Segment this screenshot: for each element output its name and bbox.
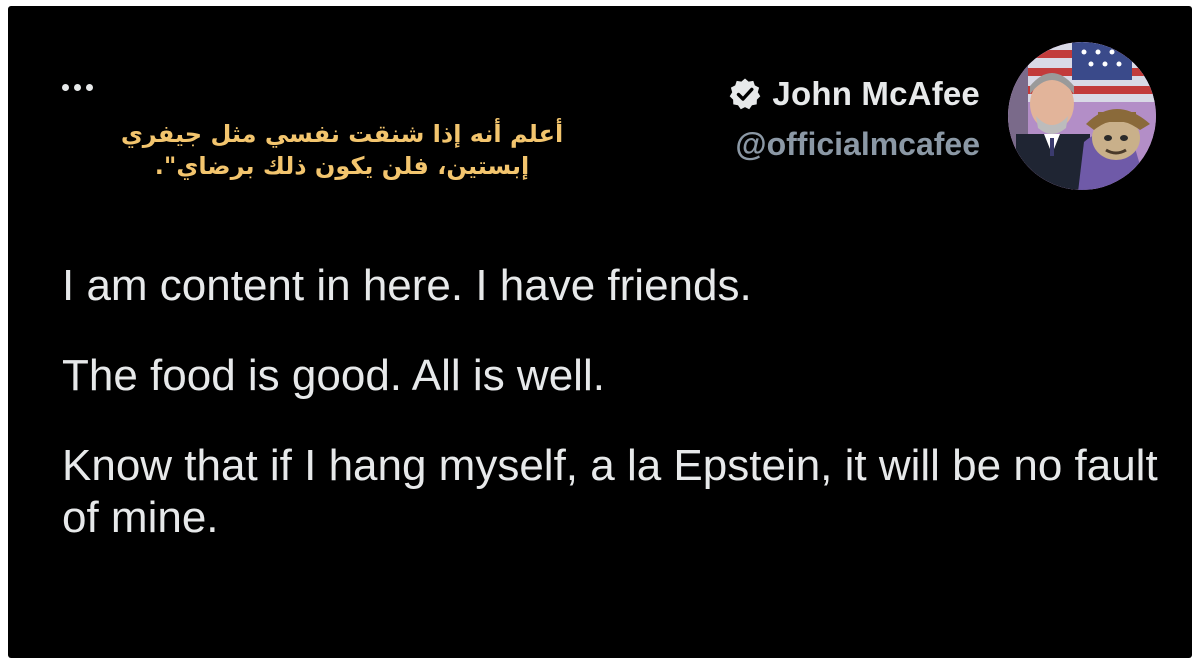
author-block: John McAfee @officialmcafee (728, 72, 980, 163)
more-options-icon[interactable] (59, 76, 99, 98)
menu-dot (86, 84, 93, 91)
user-handle[interactable]: @officialmcafee (728, 126, 980, 163)
display-name[interactable]: John McAfee (772, 75, 980, 113)
menu-dot (62, 84, 69, 91)
tweet-card: أعلم أنه إذا شنقت نفسي مثل جيفري إبستين،… (8, 6, 1192, 658)
tweet-paragraph: Know that if I hang myself, a la Epstein… (62, 441, 1158, 542)
name-row: John McAfee (728, 72, 980, 116)
tweet-text: I am content in here. I have friends. Th… (62, 260, 1172, 582)
verified-badge-icon (728, 77, 762, 111)
menu-dot (74, 84, 81, 91)
tweet-paragraph: I am content in here. I have friends. (62, 261, 752, 310)
arabic-caption: أعلم أنه إذا شنقت نفسي مثل جيفري إبستين،… (120, 120, 564, 180)
avatar[interactable] (1008, 42, 1156, 190)
tweet-paragraph: The food is good. All is well. (62, 351, 605, 400)
